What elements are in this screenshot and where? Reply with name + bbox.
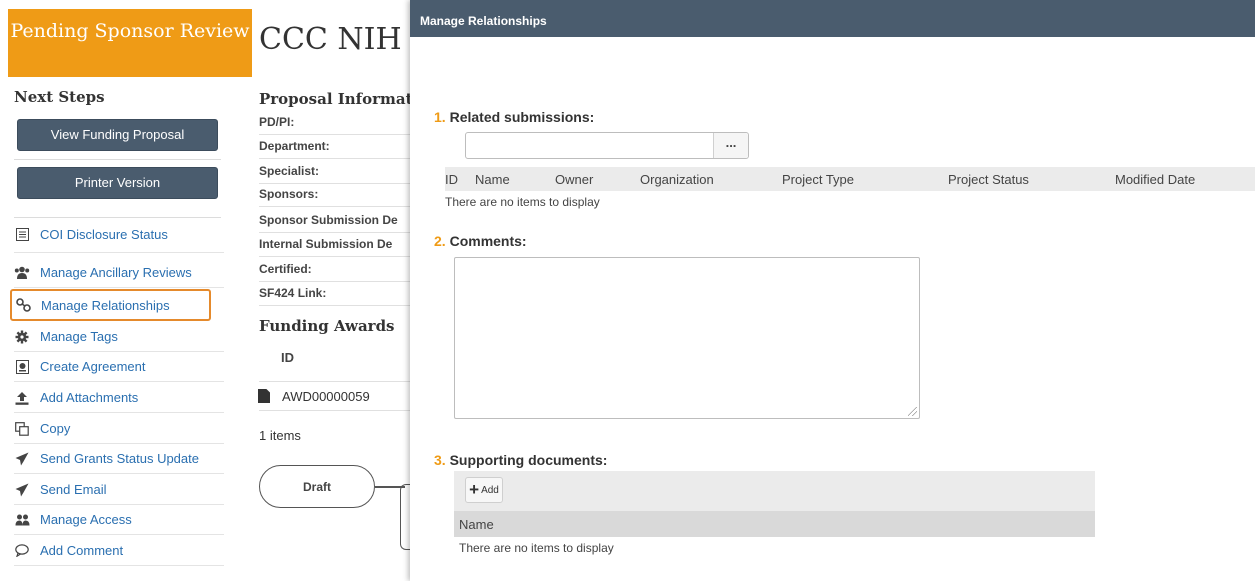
document-icon — [258, 389, 270, 403]
upload-icon — [14, 390, 30, 406]
sidebar-item-send-email[interactable]: Send Email — [14, 475, 224, 505]
page-title: CCC NIH T — [259, 22, 432, 57]
sidebar-item-label: Send Email — [40, 482, 107, 497]
column-header-project-type[interactable]: Project Type — [782, 172, 854, 187]
printer-version-button[interactable]: Printer Version — [17, 167, 218, 199]
sidebar-item-label: Send Grants Status Update — [40, 451, 199, 466]
related-submissions-label: 1. Related submissions: — [434, 109, 594, 125]
awards-column-id: ID — [281, 350, 294, 365]
column-header-organization[interactable]: Organization — [640, 172, 714, 187]
question-text: Supporting documents: — [449, 452, 608, 468]
sidebar-item-label: Add Attachments — [40, 390, 139, 405]
dialog-title: Manage Relationships — [410, 0, 1255, 37]
field-label-department: Department: — [259, 138, 411, 159]
field-label-specialist: Specialist: — [259, 163, 411, 184]
sidebar-item-manage-access[interactable]: Manage Access — [14, 505, 224, 535]
column-header-owner[interactable]: Owner — [555, 172, 593, 187]
sidebar-divider — [14, 159, 221, 160]
field-label-certified: Certified: — [259, 261, 411, 282]
awards-items-count: 1 items — [259, 428, 301, 443]
related-submissions-chooser[interactable]: ... — [465, 132, 749, 159]
workflow-state-label: Draft — [302, 479, 331, 494]
sidebar-item-label: Manage Ancillary Reviews — [40, 265, 192, 280]
workflow-state-draft: Draft — [259, 465, 375, 508]
sidebar-item-coi-disclosure-status[interactable]: COI Disclosure Status — [14, 217, 224, 253]
comments-label: 2. Comments: — [434, 233, 527, 249]
browse-button[interactable]: ... — [713, 133, 748, 158]
sidebar-item-label: Manage Access — [40, 512, 132, 527]
sidebar-item-send-grants-status-update[interactable]: Send Grants Status Update — [14, 444, 224, 474]
table-row[interactable]: AWD00000059 — [258, 381, 411, 411]
plus-icon: + — [469, 480, 480, 499]
column-header-name[interactable]: Name — [454, 511, 1095, 537]
award-id[interactable]: AWD00000059 — [282, 389, 370, 404]
field-label-sponsors: Sponsors: — [259, 186, 411, 207]
column-header-modified-date[interactable]: Modified Date — [1115, 172, 1195, 187]
comments-textarea[interactable] — [454, 257, 920, 419]
people-icon — [14, 512, 30, 528]
sidebar-item-label: Manage Tags — [40, 329, 118, 344]
sidebar-item-label: Create Agreement — [40, 359, 146, 374]
paper-plane-icon — [14, 482, 30, 498]
list-icon — [14, 227, 30, 243]
sidebar-item-manage-relationships[interactable]: Manage Relationships — [10, 289, 211, 321]
supporting-documents-empty-message: There are no items to display — [459, 541, 614, 555]
funding-awards-heading: Funding Awards — [259, 317, 395, 335]
sidebar-item-create-agreement[interactable]: Create Agreement — [14, 352, 224, 382]
sidebar-item-add-comment[interactable]: Add Comment — [14, 536, 224, 566]
column-header-name[interactable]: Name — [475, 172, 510, 187]
question-text: Related submissions: — [449, 109, 595, 125]
add-button-label: Add — [481, 484, 499, 496]
supporting-documents-label: 3. Supporting documents: — [434, 452, 607, 468]
field-label-sponsor-submission-deadline: Sponsor Submission De — [259, 212, 411, 233]
related-submissions-table-header: ID Name Owner Organization Project Type … — [445, 167, 1255, 191]
question-number: 1. — [434, 109, 446, 125]
field-label-pd-pi: PD/PI: — [259, 114, 411, 135]
document-icon — [14, 359, 30, 375]
supporting-documents-toolbar: + Add — [454, 471, 1095, 511]
project-state-text: Pending Sponsor Review — [10, 20, 250, 42]
proposal-information-heading: Proposal Informatio — [259, 90, 429, 108]
paper-plane-icon — [14, 451, 30, 467]
question-number: 2. — [434, 233, 446, 249]
gear-icon — [14, 329, 30, 345]
sidebar-item-label: COI Disclosure Status — [40, 227, 168, 242]
link-icon — [15, 297, 31, 313]
sidebar-item-label: Manage Relationships — [41, 297, 170, 313]
next-steps-heading: Next Steps — [14, 88, 105, 106]
project-state-badge: Pending Sponsor Review — [8, 9, 252, 77]
sidebar-item-manage-ancillary-reviews[interactable]: Manage Ancillary Reviews — [14, 258, 224, 288]
sidebar-item-manage-tags[interactable]: Manage Tags — [14, 322, 224, 352]
view-funding-proposal-button[interactable]: View Funding Proposal — [17, 119, 218, 151]
sidebar-item-add-attachments[interactable]: Add Attachments — [14, 383, 224, 413]
field-label-sf424-link: SF424 Link: — [259, 285, 411, 306]
copy-icon — [14, 421, 30, 437]
column-header-id[interactable]: ID — [445, 172, 458, 187]
question-text: Comments: — [449, 233, 527, 249]
sidebar-item-label: Copy — [40, 421, 71, 436]
manage-relationships-dialog: Manage Relationships 1. Related submissi… — [410, 0, 1255, 581]
column-header-project-status[interactable]: Project Status — [948, 172, 1029, 187]
add-document-button[interactable]: + Add — [465, 477, 503, 503]
resize-handle-icon[interactable] — [908, 407, 917, 416]
comment-icon — [14, 543, 30, 559]
field-label-internal-submission-deadline: Internal Submission De — [259, 236, 411, 257]
question-number: 3. — [434, 452, 446, 468]
sidebar-item-label: Add Comment — [40, 543, 124, 558]
users-icon — [14, 265, 30, 281]
sidebar-item-copy[interactable]: Copy — [14, 414, 224, 444]
related-submissions-empty-message: There are no items to display — [445, 195, 600, 209]
